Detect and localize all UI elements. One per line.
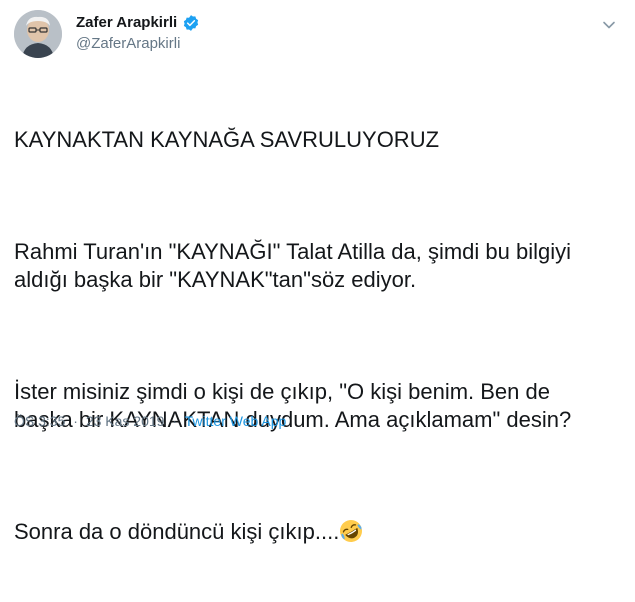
meta-separator-2: · bbox=[172, 413, 178, 429]
tweet-card: Zafer Arapkirli @ZaferArapkirli KAYNAKTA… bbox=[0, 0, 635, 544]
display-name[interactable]: Zafer Arapkirli bbox=[76, 14, 177, 32]
verified-badge-icon bbox=[184, 15, 199, 31]
tweet-header: Zafer Arapkirli @ZaferArapkirli bbox=[14, 10, 620, 62]
tweet-date[interactable]: 23 Kas 2019 bbox=[86, 413, 165, 429]
tweet-paragraph-1: KAYNAKTAN KAYNAĞA SAVRULUYORUZ bbox=[14, 127, 440, 152]
tweet-time[interactable]: ÖS 3:35 bbox=[14, 413, 65, 429]
meta-separator: · bbox=[73, 413, 78, 429]
rolling-laughing-emoji-icon bbox=[340, 520, 363, 542]
display-name-row: Zafer Arapkirli bbox=[76, 14, 200, 32]
tweet-paragraph-4-text: Sonra da o döndüncü kişi çıkıp.... bbox=[14, 519, 340, 544]
tweet-text: KAYNAKTAN KAYNAĞA SAVRULUYORUZ Rahmi Tur… bbox=[14, 70, 614, 602]
tweet-paragraph-4: Sonra da o döndüncü kişi çıkıp.... bbox=[14, 518, 614, 546]
tweet-meta: ÖS 3:35 · 23 Kas 2019 · Twitter Web App bbox=[14, 411, 286, 431]
tweet-source-app[interactable]: Twitter Web App bbox=[185, 413, 287, 429]
user-names: Zafer Arapkirli @ZaferArapkirli bbox=[76, 14, 200, 54]
avatar[interactable] bbox=[14, 10, 62, 58]
chevron-down-icon[interactable] bbox=[602, 18, 616, 32]
tweet-paragraph-2: Rahmi Turan'ın "KAYNAĞI" Talat Atilla da… bbox=[14, 239, 578, 292]
avatar-image bbox=[14, 10, 62, 58]
user-handle[interactable]: @ZaferArapkirli bbox=[76, 34, 200, 54]
